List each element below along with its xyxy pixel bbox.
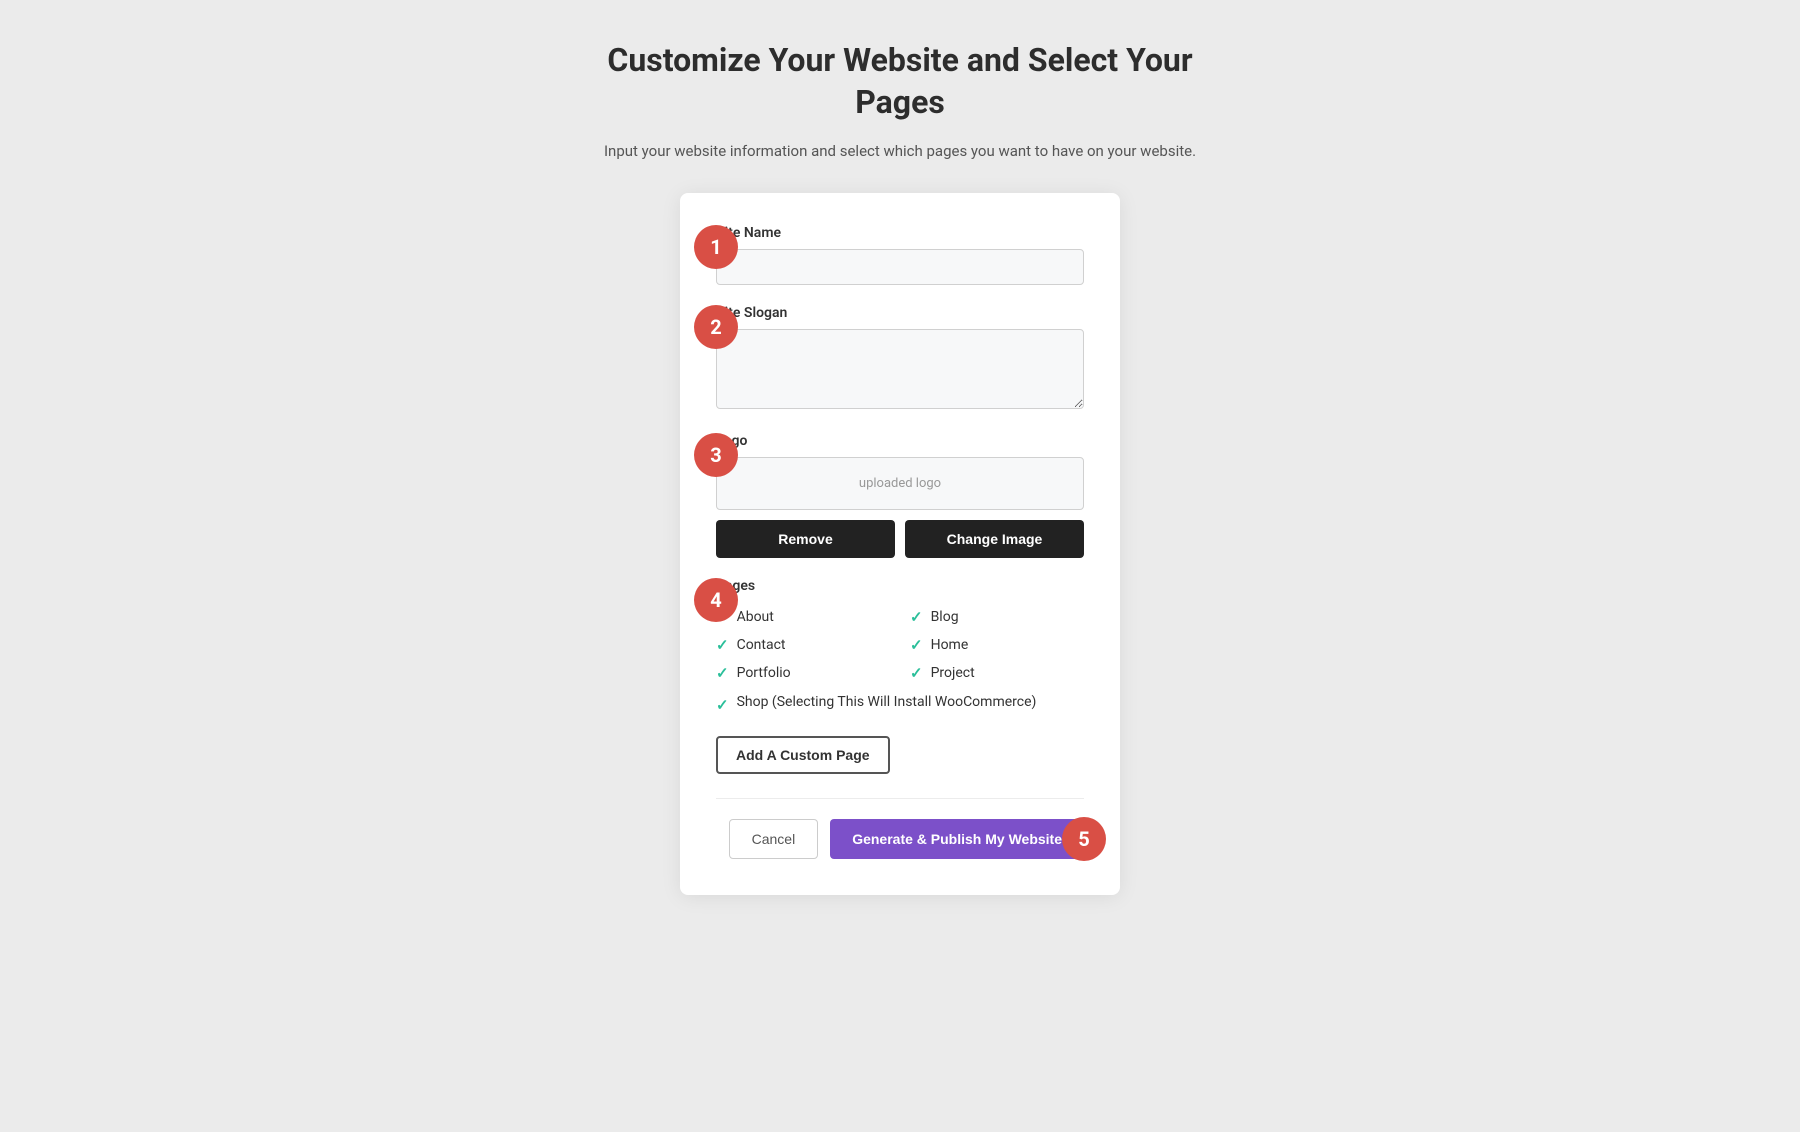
check-icon-contact: ✓ [716,636,729,654]
page-about-label: About [737,609,774,625]
page-shop-label: Shop (Selecting This Will Install WooCom… [737,694,1037,710]
page-blog-label: Blog [931,609,959,625]
check-icon-home: ✓ [910,636,923,654]
list-item[interactable]: ✓ Shop (Selecting This Will Install WooC… [716,694,1084,714]
list-item[interactable]: ✓ About [716,608,890,626]
check-icon-shop: ✓ [716,696,729,714]
remove-button[interactable]: Remove [716,520,895,558]
logo-buttons: Remove Change Image [716,520,1084,558]
list-item[interactable]: ✓ Contact [716,636,890,654]
check-icon-project: ✓ [910,664,923,682]
site-name-input[interactable] [716,249,1084,285]
step-5-badge: 5 [1062,817,1106,861]
cancel-button[interactable]: Cancel [729,819,819,859]
logo-label: Logo [716,433,1084,449]
pages-label: Pages [716,578,1084,594]
site-slogan-section: 2 Site Slogan [716,305,1084,413]
list-item[interactable]: ✓ Project [910,664,1084,682]
change-image-button[interactable]: Change Image [905,520,1084,558]
page-title: Customize Your Website and Select Your P… [600,40,1200,123]
generate-publish-button[interactable]: Generate & Publish My Website [830,819,1084,859]
step-2-badge: 2 [694,305,738,349]
form-footer: Cancel Generate & Publish My Website 5 [716,819,1084,859]
pages-grid: ✓ About ✓ Blog ✓ Contact ✓ Home ✓ Portfo… [716,608,1084,714]
list-item[interactable]: ✓ Portfolio [716,664,890,682]
list-item[interactable]: ✓ Home [910,636,1084,654]
page-home-label: Home [931,637,969,653]
divider [716,798,1084,799]
check-icon-blog: ✓ [910,608,923,626]
site-slogan-label: Site Slogan [716,305,1084,321]
page-subtitle: Input your website information and selec… [600,139,1200,163]
page-contact-label: Contact [737,637,786,653]
logo-preview: uploaded logo [716,457,1084,510]
logo-placeholder-text: uploaded logo [859,476,941,491]
pages-section: 4 Pages ✓ About ✓ Blog ✓ Contact ✓ Home … [716,578,1084,774]
form-card: 1 Site Name 2 Site Slogan 3 Logo uploade… [680,193,1120,895]
site-slogan-input[interactable] [716,329,1084,409]
page-project-label: Project [931,665,975,681]
step-3-badge: 3 [694,433,738,477]
add-custom-page-button[interactable]: Add A Custom Page [716,736,890,774]
check-icon-portfolio: ✓ [716,664,729,682]
step-4-badge: 4 [694,578,738,622]
page-portfolio-label: Portfolio [737,665,791,681]
list-item[interactable]: ✓ Blog [910,608,1084,626]
step-1-badge: 1 [694,225,738,269]
site-name-label: Site Name [716,225,1084,241]
site-name-section: 1 Site Name [716,225,1084,285]
logo-section: 3 Logo uploaded logo Remove Change Image [716,433,1084,558]
